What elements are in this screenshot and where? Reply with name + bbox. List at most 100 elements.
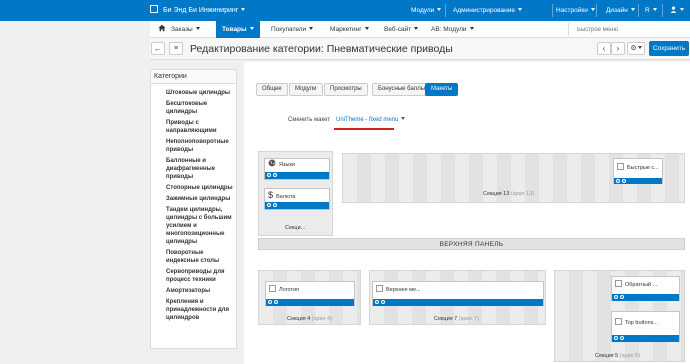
change-layout-label: Сменить макет	[288, 117, 331, 123]
block-logo[interactable]: Логотип	[265, 281, 355, 306]
divider	[552, 4, 553, 17]
layout-section-13: Быстрые с... Секция 13 (span 13)	[342, 153, 685, 203]
section-name: Секция 13 (span 13)	[483, 191, 535, 197]
category-item[interactable]: Сервоприводы для процесс техники	[166, 268, 234, 284]
block-checkbox-icon	[269, 285, 276, 292]
category-item[interactable]: Крепления и принадлежности для цилиндров	[166, 298, 234, 322]
block-toolbar[interactable]	[265, 172, 329, 179]
tab-layouts[interactable]: Макеты	[425, 83, 459, 96]
gear-icon	[375, 300, 379, 304]
main-nav: Заказы Товары Покупатели Маркетинг Веб-с…	[150, 21, 690, 38]
block-toolbar[interactable]	[266, 299, 354, 306]
top-bar: Би Энд Би Инжиниринг Модули Администриро…	[0, 0, 690, 21]
chevron-down-icon	[469, 27, 474, 30]
tab-general[interactable]: Общее	[256, 83, 288, 96]
block-toolbar[interactable]	[373, 299, 543, 306]
list-icon: ≡	[173, 45, 179, 52]
power-icon	[273, 203, 277, 207]
list-menu-button[interactable]: ≡	[169, 42, 183, 55]
language-selector[interactable]: R	[645, 0, 657, 21]
block-checkbox-icon	[376, 285, 383, 292]
chevron-down-icon	[401, 117, 406, 120]
category-item[interactable]: Баллонные и диафрагменные приводы	[166, 157, 234, 181]
block-top-buttons[interactable]: Top buttons...	[611, 311, 680, 342]
menu-settings[interactable]: Настройки	[556, 0, 595, 21]
chevron-down-icon	[249, 27, 254, 30]
nav-products[interactable]: Товары	[216, 21, 260, 38]
chevron-down-icon	[680, 8, 684, 11]
power-icon	[274, 300, 278, 304]
title-bar: ← ≡ Редактирование категории: Пневматиче…	[150, 38, 690, 60]
block-callback[interactable]: Обратный ...	[611, 276, 680, 301]
category-item[interactable]: Тандем цилиндры, цилиндры с большим усил…	[166, 206, 234, 246]
globe-icon	[268, 159, 276, 167]
category-item[interactable]: Неполноповоротные приводы	[166, 138, 234, 154]
chevron-down-icon	[637, 46, 642, 49]
category-item[interactable]: Амортизаторы	[166, 287, 234, 295]
block-title: Логотип	[279, 287, 300, 293]
nav-orders[interactable]: Заказы	[171, 21, 200, 38]
gear-icon	[267, 203, 271, 207]
block-toolbar[interactable]	[612, 335, 679, 342]
settings-button[interactable]: ⚙	[627, 42, 645, 55]
category-item[interactable]: Штоковые цилиндры	[166, 89, 234, 97]
block-toolbar[interactable]	[612, 294, 679, 301]
tab-views[interactable]: Просмотры	[324, 83, 368, 96]
chevron-down-icon	[517, 8, 522, 11]
nav-ab-modules[interactable]: АВ: Модули	[431, 21, 474, 38]
quick-menu-input[interactable]	[568, 23, 678, 36]
tab-modules[interactable]: Модули	[289, 83, 323, 96]
arrow-left-icon: ←	[154, 44, 162, 53]
next-button[interactable]: ›	[611, 42, 625, 55]
block-checkbox-icon	[615, 318, 622, 325]
store-icon	[150, 5, 158, 13]
block-languages[interactable]: Языки	[264, 158, 330, 180]
gear-icon	[614, 336, 618, 340]
store-switcher[interactable]: Би Энд Би Инжиниринг	[150, 0, 246, 21]
save-button[interactable]: Сохранить	[649, 41, 689, 56]
section-name: Секция 5 (span 5)	[595, 353, 640, 359]
categories-sidebar: Категории Штоковые цилиндры Бесштоковые …	[150, 69, 237, 349]
layout-dropdown[interactable]: UniTheme - fixed menu	[336, 117, 406, 123]
block-checkbox-icon	[615, 280, 622, 287]
power-icon	[273, 173, 277, 177]
top-panel-label: ВЕРХНЯЯ ПАНЕЛЬ	[258, 238, 685, 250]
block-title: Быстрые с...	[627, 165, 659, 171]
block-currency[interactable]: $ Валюта	[264, 188, 330, 210]
gear-icon	[267, 173, 271, 177]
menu-modules[interactable]: Модули	[411, 0, 442, 21]
back-button[interactable]: ←	[151, 42, 165, 55]
menu-design[interactable]: Дизайн	[606, 0, 635, 21]
block-top-menu[interactable]: Верхнее ме...	[372, 281, 544, 306]
page-title: Редактирование категории: Пневматические…	[190, 43, 453, 55]
block-title: Top buttons...	[625, 320, 659, 326]
gear-icon	[268, 300, 272, 304]
category-item[interactable]: Зажимные цилиндры	[166, 195, 234, 203]
nav-customers[interactable]: Покупатели	[271, 21, 314, 38]
user-menu[interactable]	[670, 0, 684, 21]
prev-button[interactable]: ‹	[597, 42, 611, 55]
sidebar-title: Категории	[151, 70, 236, 84]
gear-icon	[616, 179, 620, 183]
chevron-down-icon	[590, 8, 595, 11]
nav-website[interactable]: Веб-сайт	[384, 21, 419, 38]
main-content: Общее Модули Просмотры Бонусные баллы Ма…	[244, 62, 690, 364]
divider	[638, 4, 639, 17]
category-item[interactable]: Бесштоковые цилиндры	[166, 100, 234, 116]
block-quick-links[interactable]: Быстрые с...	[613, 158, 663, 184]
menu-administration[interactable]: Администрирование	[453, 0, 522, 21]
block-title: Обратный ...	[625, 282, 658, 288]
nav-marketing[interactable]: Маркетинг	[330, 21, 369, 38]
category-item[interactable]: Приводы с направляющими	[166, 119, 234, 135]
gear-icon	[614, 295, 618, 299]
power-icon	[620, 295, 624, 299]
user-icon	[670, 6, 677, 13]
divider	[662, 4, 663, 17]
block-toolbar[interactable]	[614, 178, 662, 184]
nav-home[interactable]	[158, 21, 166, 38]
block-toolbar[interactable]	[265, 202, 329, 209]
category-item[interactable]: Поворотные индексные столы	[166, 249, 234, 265]
tab-bonus-points[interactable]: Бонусные баллы	[372, 83, 432, 96]
category-item[interactable]: Стопорные цилиндры	[166, 184, 234, 192]
section-name: Секци...	[285, 225, 306, 231]
